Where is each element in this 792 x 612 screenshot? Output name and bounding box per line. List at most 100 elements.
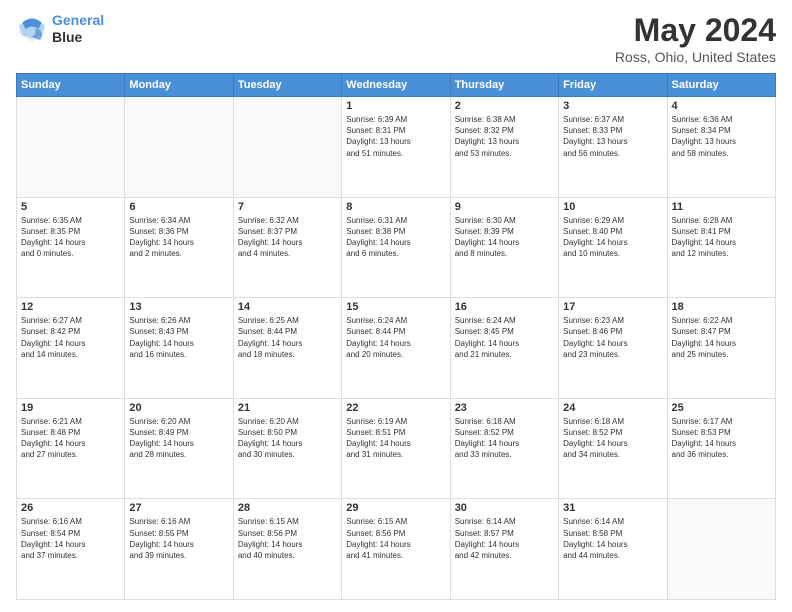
main-title: May 2024 xyxy=(615,12,776,49)
logo-text: General Blue xyxy=(52,12,104,46)
day-cell: 9Sunrise: 6:30 AMSunset: 8:39 PMDaylight… xyxy=(450,197,558,298)
week-row-3: 12Sunrise: 6:27 AMSunset: 8:42 PMDayligh… xyxy=(17,298,776,399)
logo-line2: Blue xyxy=(52,29,104,46)
day-number: 24 xyxy=(563,402,662,414)
day-cell: 29Sunrise: 6:15 AMSunset: 8:56 PMDayligh… xyxy=(342,499,450,600)
day-cell xyxy=(233,97,341,198)
logo-icon xyxy=(16,13,48,45)
day-number: 1 xyxy=(346,100,445,112)
day-cell: 7Sunrise: 6:32 AMSunset: 8:37 PMDaylight… xyxy=(233,197,341,298)
day-info: Sunrise: 6:28 AMSunset: 8:41 PMDaylight:… xyxy=(672,215,771,260)
day-number: 20 xyxy=(129,402,228,414)
calendar-table: SundayMondayTuesdayWednesdayThursdayFrid… xyxy=(16,73,776,600)
calendar-body: 1Sunrise: 6:39 AMSunset: 8:31 PMDaylight… xyxy=(17,97,776,600)
header: General Blue May 2024 Ross, Ohio, United… xyxy=(16,12,776,65)
day-header-saturday: Saturday xyxy=(667,74,775,97)
day-info: Sunrise: 6:14 AMSunset: 8:57 PMDaylight:… xyxy=(455,516,554,561)
day-info: Sunrise: 6:30 AMSunset: 8:39 PMDaylight:… xyxy=(455,215,554,260)
day-cell: 16Sunrise: 6:24 AMSunset: 8:45 PMDayligh… xyxy=(450,298,558,399)
day-number: 17 xyxy=(563,301,662,313)
day-info: Sunrise: 6:15 AMSunset: 8:56 PMDaylight:… xyxy=(346,516,445,561)
day-cell: 10Sunrise: 6:29 AMSunset: 8:40 PMDayligh… xyxy=(559,197,667,298)
day-cell: 2Sunrise: 6:38 AMSunset: 8:32 PMDaylight… xyxy=(450,97,558,198)
day-cell: 13 Sunrise: 6:26 AMSunset: 8:43 PMDayligh… xyxy=(125,298,233,399)
day-info: Sunrise: 6:31 AMSunset: 8:38 PMDaylight:… xyxy=(346,215,445,260)
day-header-friday: Friday xyxy=(559,74,667,97)
day-info: Sunrise: 6:25 AMSunset: 8:44 PMDaylight:… xyxy=(238,315,337,360)
day-cell: 15Sunrise: 6:24 AMSunset: 8:44 PMDayligh… xyxy=(342,298,450,399)
day-cell: 22 Sunrise: 6:19 AMSunset: 8:51 PMDayligh… xyxy=(342,398,450,499)
calendar-header: SundayMondayTuesdayWednesdayThursdayFrid… xyxy=(17,74,776,97)
day-info: Sunrise: 6:14 AMSunset: 8:58 PMDaylight:… xyxy=(563,516,662,561)
day-cell: 27Sunrise: 6:16 AMSunset: 8:55 PMDayligh… xyxy=(125,499,233,600)
day-info: Sunrise: 6:23 AMSunset: 8:46 PMDaylight:… xyxy=(563,315,662,360)
day-cell: 25 Sunrise: 6:17 AMSunset: 8:53 PMDayligh… xyxy=(667,398,775,499)
day-header-sunday: Sunday xyxy=(17,74,125,97)
day-cell: 5 Sunrise: 6:35 AMSunset: 8:35 PMDaylight… xyxy=(17,197,125,298)
day-number: 30 xyxy=(455,502,554,514)
day-cell xyxy=(667,499,775,600)
day-cell: 17 Sunrise: 6:23 AMSunset: 8:46 PMDayligh… xyxy=(559,298,667,399)
day-number: 21 xyxy=(238,402,337,414)
day-info: Sunrise: 6:20 AMSunset: 8:50 PMDaylight:… xyxy=(238,416,337,461)
day-info: Sunrise: 6:15 AMSunset: 8:56 PMDaylight:… xyxy=(238,516,337,561)
day-number: 3 xyxy=(563,100,662,112)
day-number: 4 xyxy=(672,100,771,112)
day-info: Sunrise: 6:36 AMSunset: 8:34 PMDaylight:… xyxy=(672,114,771,159)
day-cell: 11 Sunrise: 6:28 AMSunset: 8:41 PMDayligh… xyxy=(667,197,775,298)
day-number: 22 xyxy=(346,402,445,414)
week-row-4: 19 Sunrise: 6:21 AMSunset: 8:48 PMDayligh… xyxy=(17,398,776,499)
logo: General Blue xyxy=(16,12,104,46)
day-info: Sunrise: 6:16 AMSunset: 8:55 PMDaylight:… xyxy=(129,516,228,561)
day-cell: 14 Sunrise: 6:25 AMSunset: 8:44 PMDayligh… xyxy=(233,298,341,399)
day-cell: 19 Sunrise: 6:21 AMSunset: 8:48 PMDayligh… xyxy=(17,398,125,499)
day-cell: 30 Sunrise: 6:14 AMSunset: 8:57 PMDayligh… xyxy=(450,499,558,600)
day-info: Sunrise: 6:29 AMSunset: 8:40 PMDaylight:… xyxy=(563,215,662,260)
day-number: 23 xyxy=(455,402,554,414)
day-info: Sunrise: 6:21 AMSunset: 8:48 PMDaylight:… xyxy=(21,416,120,461)
day-cell: 12Sunrise: 6:27 AMSunset: 8:42 PMDayligh… xyxy=(17,298,125,399)
day-cell: 6Sunrise: 6:34 AMSunset: 8:36 PMDaylight… xyxy=(125,197,233,298)
day-info: Sunrise: 6:32 AMSunset: 8:37 PMDaylight:… xyxy=(238,215,337,260)
day-header-wednesday: Wednesday xyxy=(342,74,450,97)
day-info: Sunrise: 6:35 AMSunset: 8:35 PMDaylight:… xyxy=(21,215,120,260)
day-info: Sunrise: 6:16 AMSunset: 8:54 PMDaylight:… xyxy=(21,516,120,561)
day-number: 16 xyxy=(455,301,554,313)
day-header-monday: Monday xyxy=(125,74,233,97)
day-info: Sunrise: 6:18 AMSunset: 8:52 PMDaylight:… xyxy=(563,416,662,461)
page: General Blue May 2024 Ross, Ohio, United… xyxy=(0,0,792,612)
day-number: 25 xyxy=(672,402,771,414)
day-info: Sunrise: 6:19 AMSunset: 8:51 PMDaylight:… xyxy=(346,416,445,461)
logo-line1: General xyxy=(52,12,104,28)
header-row: SundayMondayTuesdayWednesdayThursdayFrid… xyxy=(17,74,776,97)
day-cell: 21 Sunrise: 6:20 AMSunset: 8:50 PMDayligh… xyxy=(233,398,341,499)
day-header-tuesday: Tuesday xyxy=(233,74,341,97)
day-info: Sunrise: 6:24 AMSunset: 8:44 PMDaylight:… xyxy=(346,315,445,360)
day-number: 19 xyxy=(21,402,120,414)
day-number: 13 xyxy=(129,301,228,313)
week-row-2: 5 Sunrise: 6:35 AMSunset: 8:35 PMDaylight… xyxy=(17,197,776,298)
day-cell: 28Sunrise: 6:15 AMSunset: 8:56 PMDayligh… xyxy=(233,499,341,600)
day-cell xyxy=(17,97,125,198)
week-row-5: 26 Sunrise: 6:16 AMSunset: 8:54 PMDayligh… xyxy=(17,499,776,600)
day-info: Sunrise: 6:18 AMSunset: 8:52 PMDaylight:… xyxy=(455,416,554,461)
day-info: Sunrise: 6:17 AMSunset: 8:53 PMDaylight:… xyxy=(672,416,771,461)
day-number: 18 xyxy=(672,301,771,313)
day-number: 14 xyxy=(238,301,337,313)
day-number: 11 xyxy=(672,201,771,213)
day-header-thursday: Thursday xyxy=(450,74,558,97)
day-cell: 8 Sunrise: 6:31 AMSunset: 8:38 PMDaylight… xyxy=(342,197,450,298)
day-cell: 31 Sunrise: 6:14 AMSunset: 8:58 PMDayligh… xyxy=(559,499,667,600)
week-row-1: 1Sunrise: 6:39 AMSunset: 8:31 PMDaylight… xyxy=(17,97,776,198)
day-number: 5 xyxy=(21,201,120,213)
day-cell: 23 Sunrise: 6:18 AMSunset: 8:52 PMDayligh… xyxy=(450,398,558,499)
day-number: 26 xyxy=(21,502,120,514)
day-info: Sunrise: 6:26 AMSunset: 8:43 PMDaylight:… xyxy=(129,315,228,360)
day-cell xyxy=(125,97,233,198)
day-cell: 3Sunrise: 6:37 AMSunset: 8:33 PMDaylight… xyxy=(559,97,667,198)
day-number: 31 xyxy=(563,502,662,514)
day-cell: 24 Sunrise: 6:18 AMSunset: 8:52 PMDayligh… xyxy=(559,398,667,499)
day-cell: 18Sunrise: 6:22 AMSunset: 8:47 PMDayligh… xyxy=(667,298,775,399)
day-cell: 1Sunrise: 6:39 AMSunset: 8:31 PMDaylight… xyxy=(342,97,450,198)
day-number: 8 xyxy=(346,201,445,213)
